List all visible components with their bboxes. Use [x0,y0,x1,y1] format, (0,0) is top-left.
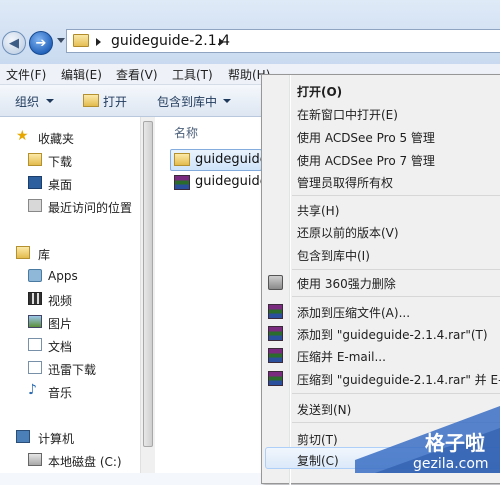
gezila-watermark: 格子啦 gezila.com [355,406,500,473]
nav-scrollbar-thumb[interactable] [143,121,153,447]
nav-xunlei[interactable]: 迅雷下载 [48,361,96,378]
menu-item-acdsee7[interactable]: 使用 ACDSee Pro 7 管理 [297,152,435,169]
watermark-domain: gezila.com [413,456,489,472]
menu-view[interactable]: 查看(V) [116,66,158,83]
pictures-icon [28,315,42,328]
star-icon: ★ [16,128,29,144]
winrar-icon [268,304,283,319]
address-box[interactable]: guideguide-2.1.4 [66,29,500,53]
recent-places-icon [28,199,42,212]
watermark-brand: 格子啦 [425,431,485,455]
nav-music[interactable]: 音乐 [48,384,72,401]
menu-item-open-new-window[interactable]: 在新窗口中打开(E) [297,106,398,123]
nav-videos[interactable]: 视频 [48,292,72,309]
library-icon [16,246,30,259]
winrar-icon [268,371,283,386]
breadcrumb-arrow-icon[interactable] [219,38,224,46]
breadcrumb-arrow-icon[interactable] [96,38,101,46]
menu-item-include-library[interactable]: 包含到库中(I) [297,247,370,264]
documents-icon [28,338,42,351]
organize-button[interactable]: 组织 [15,93,39,110]
menu-separator [292,195,500,196]
folder-icon [174,153,190,166]
nav-local-disk[interactable]: 本地磁盘 (C:) [48,453,122,470]
folder-icon [73,34,89,47]
nav-pictures[interactable]: 图片 [48,315,72,332]
menu-item-send-to[interactable]: 发送到(N) [297,401,351,418]
forward-button[interactable]: ➔ [29,31,53,55]
menu-item-open[interactable]: 打开(O) [297,83,342,100]
address-bar-area: ◀ ➔ guideguide-2.1.4 [0,0,500,64]
menu-item-compress-rar-email[interactable]: 压缩到 "guideguide-2.1.4.rar" 并 E-m [297,371,500,388]
menu-item-take-ownership[interactable]: 管理员取得所有权 [297,174,393,191]
computer-icon [16,430,30,443]
open-button[interactable]: 打开 [103,93,127,110]
include-library-button[interactable]: 包含到库中 [157,93,217,110]
menu-edit[interactable]: 编辑(E) [61,66,102,83]
menu-separator [292,296,500,297]
winrar-icon [268,348,283,363]
nav-computer[interactable]: 计算机 [38,430,74,447]
menu-gutter-highlight [290,75,291,485]
menu-item-acdsee5[interactable]: 使用 ACDSee Pro 5 管理 [297,129,435,146]
nav-recent[interactable]: 最近访问的位置 [48,199,132,216]
desktop-icon [28,176,42,189]
chevron-down-icon [223,99,231,103]
apps-icon [28,269,42,282]
nav-documents[interactable]: 文档 [48,338,72,355]
menu-item-add-to-rar[interactable]: 添加到 "guideguide-2.1.4.rar"(T) [297,326,488,343]
menu-item-force-delete[interactable]: 使用 360强力删除 [297,275,396,292]
menu-item-restore-versions[interactable]: 还原以前的版本(V) [297,224,399,241]
drive-icon [28,453,42,466]
nav-desktop[interactable]: 桌面 [48,176,72,193]
menu-tools[interactable]: 工具(T) [172,66,213,83]
menu-item-compress-email[interactable]: 压缩并 E-mail... [297,348,386,365]
nav-apps[interactable]: Apps [48,269,78,283]
column-header-name[interactable]: 名称 [174,124,198,141]
menu-item-cut[interactable]: 剪切(T) [297,431,338,448]
nav-libraries[interactable]: 库 [38,246,50,263]
menu-separator [292,269,500,270]
open-folder-icon [83,94,99,107]
breadcrumb-current[interactable]: guideguide-2.1.4 [111,33,230,49]
nav-downloads[interactable]: 下载 [48,153,72,170]
menu-item-add-archive[interactable]: 添加到压缩文件(A)... [297,304,410,321]
winrar-icon [268,326,283,341]
menu-separator [292,393,500,394]
nav-favorites[interactable]: 收藏夹 [38,130,74,147]
menu-item-share[interactable]: 共享(H) [297,202,339,219]
nav-scrollbar[interactable] [140,117,155,473]
rar-archive-icon [174,175,190,190]
videos-icon [28,292,42,305]
downloads-folder-icon [28,153,42,166]
recent-pages-dropdown[interactable] [57,38,65,43]
music-icon: ♪ [28,382,37,398]
xunlei-folder-icon [28,361,42,374]
shredder-icon [268,275,283,290]
back-button[interactable]: ◀ [2,31,26,55]
menu-item-copy[interactable]: 复制(C) [297,452,339,469]
navigation-pane: ★ 收藏夹 下载 桌面 最近访问的位置 库 Apps 视频 图片 文档 迅雷下载… [0,117,140,473]
menu-file[interactable]: 文件(F) [6,66,46,83]
chevron-down-icon [46,99,54,103]
